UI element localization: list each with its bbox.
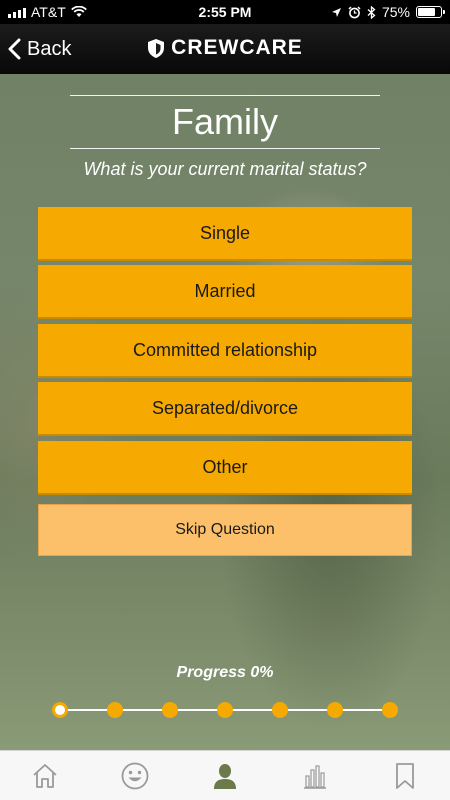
smiley-icon <box>121 762 149 789</box>
section-header: Family <box>70 95 380 149</box>
profile-icon <box>214 763 236 789</box>
option-committed-relationship[interactable]: Committed relationship <box>38 324 412 378</box>
skip-question-button[interactable]: Skip Question <box>38 504 412 556</box>
brand-name: CREWCARE <box>171 36 303 59</box>
progress-label: Progress 0% <box>176 664 274 681</box>
battery-percent: 75% <box>381 4 410 20</box>
stats-icon <box>304 764 326 789</box>
shield-icon <box>148 38 165 58</box>
option-single[interactable]: Single <box>38 207 412 261</box>
option-other[interactable]: Other <box>38 441 412 495</box>
tab-bar <box>0 750 450 800</box>
tab-saved[interactable] <box>360 751 450 800</box>
progress-step-dot <box>217 702 233 718</box>
location-icon <box>331 7 341 17</box>
option-separated-divorce[interactable]: Separated/divorce <box>38 382 412 436</box>
progress-step-dot <box>107 702 123 718</box>
progress-step-dot <box>272 702 288 718</box>
status-bar: AT&T 2:55 PM 75% <box>0 0 450 24</box>
tab-stats[interactable] <box>270 751 360 800</box>
navigation-bar: Back CREWCARE <box>0 24 450 74</box>
battery-icon <box>416 6 445 18</box>
section-title: Family <box>172 101 278 142</box>
question-prompt: What is your current marital status? <box>83 159 367 179</box>
app-logo: CREWCARE <box>0 36 450 60</box>
progress-step-dot <box>327 702 343 718</box>
tab-profile[interactable] <box>180 751 270 800</box>
progress-step-dot <box>162 702 178 718</box>
bookmark-icon <box>396 762 414 789</box>
wifi-icon <box>70 6 87 17</box>
progress-step-dot <box>52 702 68 718</box>
progress-step-dot <box>382 702 398 718</box>
home-icon <box>33 763 57 788</box>
tab-home[interactable] <box>0 751 90 800</box>
bluetooth-icon <box>367 5 376 19</box>
alarm-icon <box>348 5 361 18</box>
option-married[interactable]: Married <box>38 265 412 319</box>
carrier-label: AT&T <box>31 4 66 20</box>
signal-icon <box>8 6 26 18</box>
title-rule-bottom <box>70 148 380 149</box>
tab-mood[interactable] <box>90 751 180 800</box>
